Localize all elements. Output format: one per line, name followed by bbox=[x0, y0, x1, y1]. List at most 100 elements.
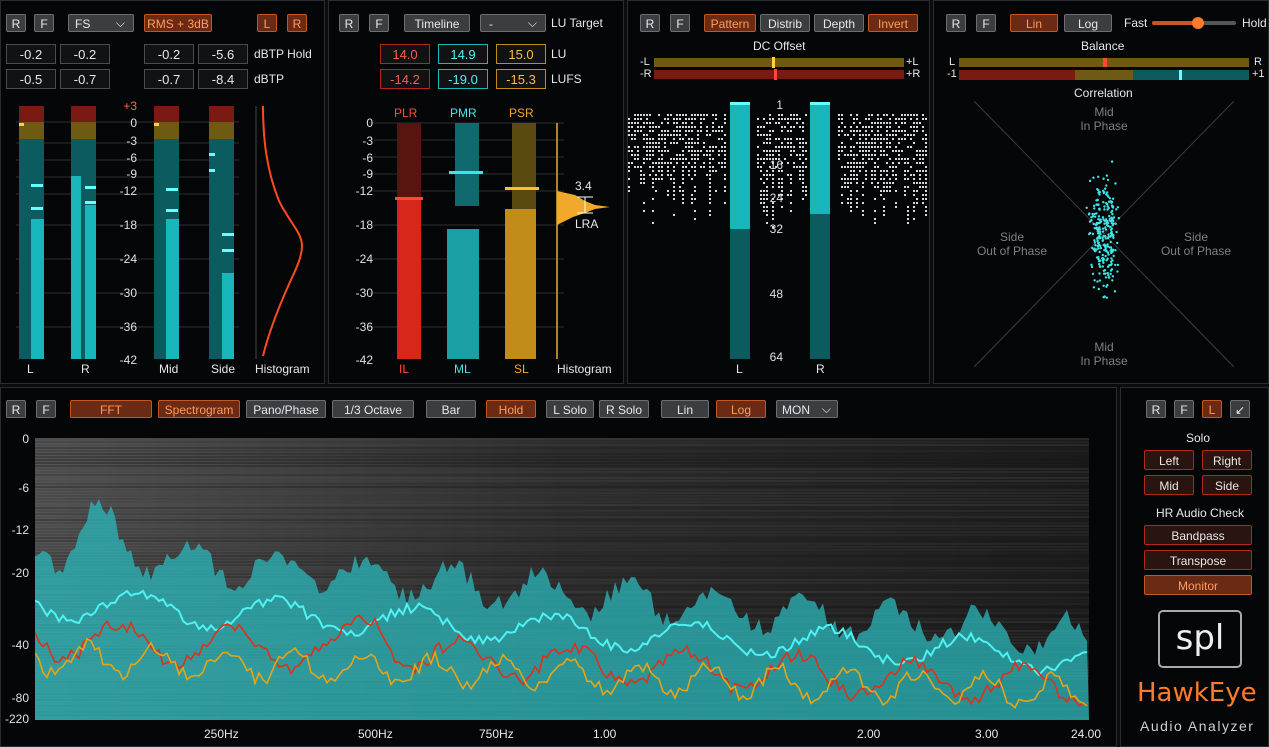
hr-audio-title: HR Audio Check bbox=[1156, 506, 1245, 520]
bit-64: 64 bbox=[769, 350, 783, 364]
loudness-panel: R F Timeline - ⌵ LU Target 14.0 14.9 15.… bbox=[328, 0, 624, 384]
pmr-head: PMR bbox=[450, 106, 477, 120]
lin-button[interactable]: Lin bbox=[661, 400, 709, 418]
freeze-button[interactable]: F bbox=[36, 400, 56, 418]
pattern-button[interactable]: Pattern bbox=[704, 14, 756, 32]
ml-lufs: -19.0 bbox=[438, 69, 488, 89]
scale-0: 0 bbox=[130, 116, 137, 130]
solo-side-button[interactable]: Side bbox=[1202, 475, 1252, 495]
corr-pos: +1 bbox=[1252, 68, 1265, 80]
spectrum-graphic bbox=[35, 438, 1089, 720]
ls-3: -3 bbox=[362, 134, 373, 148]
pano-phase-button[interactable]: Pano/Phase bbox=[246, 400, 326, 418]
psr-head: PSR bbox=[509, 106, 534, 120]
hold-mid: -0.2 bbox=[144, 44, 194, 64]
reset-button[interactable]: R bbox=[6, 14, 26, 32]
spec-y-6: -6 bbox=[18, 481, 29, 495]
in-phase-top-text: In Phase bbox=[1080, 119, 1128, 133]
hold-label: dBTP Hold bbox=[254, 47, 312, 61]
rms-button[interactable]: RMS + 3dB bbox=[144, 14, 212, 32]
freeze-button[interactable]: F bbox=[369, 14, 389, 32]
lu-target-dropdown[interactable]: - ⌵ bbox=[480, 14, 546, 32]
collapse-icon[interactable]: ↙ bbox=[1230, 400, 1250, 418]
invert-button[interactable]: Invert bbox=[868, 14, 918, 32]
left-link-button[interactable]: L bbox=[257, 14, 277, 32]
bit-16: 16 bbox=[769, 158, 783, 172]
solo-right-button[interactable]: Right bbox=[1202, 450, 1252, 470]
lock-button[interactable]: L bbox=[1202, 400, 1222, 418]
il-label: IL bbox=[399, 362, 410, 376]
dc-pos-r: +R bbox=[906, 68, 921, 80]
spec-x-750: 750Hz bbox=[479, 727, 514, 741]
bandpass-button[interactable]: Bandpass bbox=[1144, 525, 1252, 545]
dc-neg-l: -L bbox=[640, 56, 650, 68]
solo-mid-button[interactable]: Mid bbox=[1144, 475, 1194, 495]
dbtp-mid: -0.7 bbox=[144, 69, 194, 89]
spec-y-40: -40 bbox=[11, 638, 29, 652]
monitor-panel: R F L ↙ Solo Left Right Mid Side HR Audi… bbox=[1120, 387, 1269, 747]
spec-x-500: 500Hz bbox=[358, 727, 393, 741]
lu-target-value: - bbox=[489, 17, 493, 31]
transpose-button[interactable]: Transpose bbox=[1144, 550, 1252, 570]
sl-label: SL bbox=[514, 362, 529, 376]
ls-24: -24 bbox=[355, 252, 373, 266]
dc-neg-r: -R bbox=[640, 68, 652, 80]
peak-meter-panel: R F FS ⌵ RMS + 3dB L R -0.2 -0.2 -0.2 -5… bbox=[0, 0, 325, 384]
freeze-button[interactable]: F bbox=[1174, 400, 1194, 418]
decay-slider[interactable] bbox=[1152, 17, 1236, 29]
bar-button[interactable]: Bar bbox=[426, 400, 476, 418]
fft-button[interactable]: FFT bbox=[70, 400, 152, 418]
vectorscope-panel: R F Lin Log Fast Hold Balance L R -1 +1 … bbox=[933, 0, 1269, 384]
spec-y-220: -220 bbox=[4, 712, 29, 726]
lin-button[interactable]: Lin bbox=[1010, 14, 1058, 32]
dc-offset-bars bbox=[654, 57, 904, 80]
reset-button[interactable]: R bbox=[339, 14, 359, 32]
scale-18: -18 bbox=[119, 218, 137, 232]
hold-side: -5.6 bbox=[198, 44, 248, 64]
oop-right-text: Out of Phase bbox=[1160, 244, 1232, 258]
log-button[interactable]: Log bbox=[716, 400, 766, 418]
spec-y-80: -80 bbox=[11, 691, 29, 705]
spec-y-12: -12 bbox=[11, 523, 29, 537]
ch-label-l: L bbox=[27, 362, 34, 376]
loudness-bars bbox=[369, 122, 564, 359]
ls-12: -12 bbox=[355, 184, 373, 198]
decay-slider-knob[interactable] bbox=[1192, 17, 1205, 29]
reset-button[interactable]: R bbox=[1146, 400, 1166, 418]
spec-x-24k: 24.00 bbox=[1071, 727, 1102, 741]
dbtp-r: -0.7 bbox=[60, 69, 110, 89]
right-link-button[interactable]: R bbox=[287, 14, 307, 32]
il-lufs: -14.2 bbox=[380, 69, 430, 89]
l-solo-button[interactable]: L Solo bbox=[546, 400, 594, 418]
psr-lu: 15.0 bbox=[496, 44, 546, 64]
ch-label-r: R bbox=[81, 362, 90, 376]
distrib-button[interactable]: Distrib bbox=[760, 14, 810, 32]
monitor-button[interactable]: Monitor bbox=[1144, 575, 1252, 595]
histogram-label: Histogram bbox=[255, 362, 310, 376]
monitor-dropdown[interactable]: MON ⌵ bbox=[776, 400, 838, 418]
monitor-value: MON bbox=[782, 403, 810, 417]
mode-dropdown[interactable]: FS ⌵ bbox=[68, 14, 134, 32]
freeze-button[interactable]: F bbox=[34, 14, 54, 32]
bit-ch-l: L bbox=[736, 362, 743, 376]
reset-button[interactable]: R bbox=[6, 400, 26, 418]
freeze-button[interactable]: F bbox=[670, 14, 690, 32]
spec-y-20: -20 bbox=[11, 566, 29, 580]
histogram-label: Histogram bbox=[557, 362, 612, 376]
hold-button[interactable]: Hold bbox=[486, 400, 536, 418]
reset-button[interactable]: R bbox=[640, 14, 660, 32]
solo-left-button[interactable]: Left bbox=[1144, 450, 1194, 470]
timeline-button[interactable]: Timeline bbox=[404, 14, 470, 32]
peak-histogram-curve bbox=[262, 105, 303, 357]
depth-button[interactable]: Depth bbox=[814, 14, 864, 32]
sl-lufs: -15.3 bbox=[496, 69, 546, 89]
third-octave-button[interactable]: 1/3 Octave bbox=[332, 400, 414, 418]
log-button[interactable]: Log bbox=[1064, 14, 1112, 32]
r-solo-button[interactable]: R Solo bbox=[599, 400, 649, 418]
balance-title: Balance bbox=[1081, 39, 1125, 53]
reset-button[interactable]: R bbox=[946, 14, 966, 32]
freeze-button[interactable]: F bbox=[976, 14, 996, 32]
spectrogram-button[interactable]: Spectrogram bbox=[158, 400, 240, 418]
dc-offset-title: DC Offset bbox=[753, 39, 806, 53]
hold-label: Hold bbox=[1242, 16, 1267, 30]
